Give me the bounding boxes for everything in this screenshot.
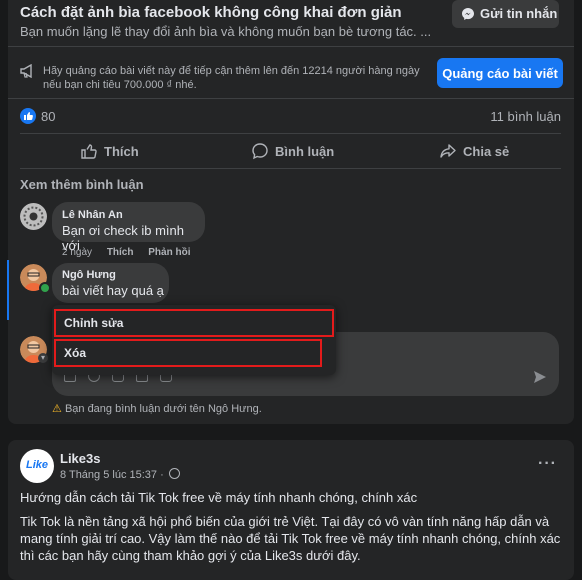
warning-icon: ⚠ [52,403,62,415]
boost-post-button[interactable]: Quảng cáo bài viết [437,58,563,88]
delete-menu-item[interactable]: Xóa [54,339,322,367]
comment-like-link[interactable]: Thích [107,247,134,258]
comment-options-menu: Chỉnh sửa Xóa [52,305,336,375]
avatar[interactable] [20,203,47,230]
online-status-dot [39,282,51,294]
comment-action-button[interactable]: Bình luận [251,142,334,160]
messenger-icon [462,8,474,20]
boost-post-label: Quảng cáo bài viết [442,66,558,81]
link-title[interactable]: Cách đặt ảnh bìa facebook không công kha… [20,4,402,21]
send-icon[interactable] [533,370,547,384]
reply-indicator [7,260,9,320]
more-options-icon[interactable]: ··· [538,455,557,473]
megaphone-icon [20,64,32,78]
like-action-label: Thích [104,143,139,159]
comments-count[interactable]: 11 bình luận [470,109,561,124]
post-headline: Hướng dẫn cách tải Tik Tok free về máy t… [20,490,418,505]
like-reaction-icon[interactable] [20,108,36,124]
post-body: Tik Tok là nền tảng xã hội phổ biến của … [20,514,561,563]
comment-reply-link[interactable]: Phản hồi [148,247,190,258]
thumbs-up-icon [81,144,97,159]
post-date[interactable]: 8 Tháng 5 lúc 15:37 · [60,468,180,481]
share-icon [440,144,456,158]
comment-text: bài viết hay quá ạ [62,283,164,298]
divider [8,46,574,47]
divider [20,133,561,134]
post-author[interactable]: Like3s [60,451,100,466]
posting-as-text: Bạn đang bình luận dưới tên Ngô Hưng. [64,403,262,415]
comment-bubble: Lê Nhân An Bạn ơi check ib mình với [52,202,205,253]
promo-text: Hãy quảng cáo bài viết này để tiếp cận t… [43,65,420,91]
page-avatar[interactable]: Like [20,449,54,483]
link-description: Bạn muốn lặng lẽ thay đổi ảnh bìa và khô… [20,24,432,39]
like3s-logo: Like [25,459,48,471]
comment-author[interactable]: Ngô Hưng [62,269,116,281]
comment-author[interactable]: Lê Nhân An [62,209,123,221]
send-message-label: Gửi tin nhắn [480,6,558,21]
comment-icon [252,143,268,160]
share-action-button[interactable]: Chia sẻ [439,142,509,160]
likes-count[interactable]: 80 [41,109,55,124]
like-action-button[interactable]: Thích [80,142,139,160]
divider [8,98,574,99]
comment-bubble: Ngô Hưng bài viết hay quá ạ [52,263,169,303]
send-message-button[interactable]: Gửi tin nhắn [452,0,559,28]
chevron-down-icon[interactable]: ▾ [38,353,48,363]
divider [20,168,561,169]
comment-action-label: Bình luận [275,143,335,159]
edit-menu-item[interactable]: Chỉnh sửa [54,309,334,337]
posting-as-warning: ⚠ Bạn đang bình luận dưới tên Ngô Hưng. [52,402,262,415]
view-more-comments-link[interactable]: Xem thêm bình luận [20,177,144,192]
post-date-text: 8 Tháng 5 lúc 15:37 · [60,469,164,481]
globe-icon [168,468,180,479]
comment-time[interactable]: 2 ngày [62,247,92,258]
share-action-label: Chia sẻ [463,143,510,159]
comment-meta: 2 ngày Thích Phản hồi [62,247,191,258]
